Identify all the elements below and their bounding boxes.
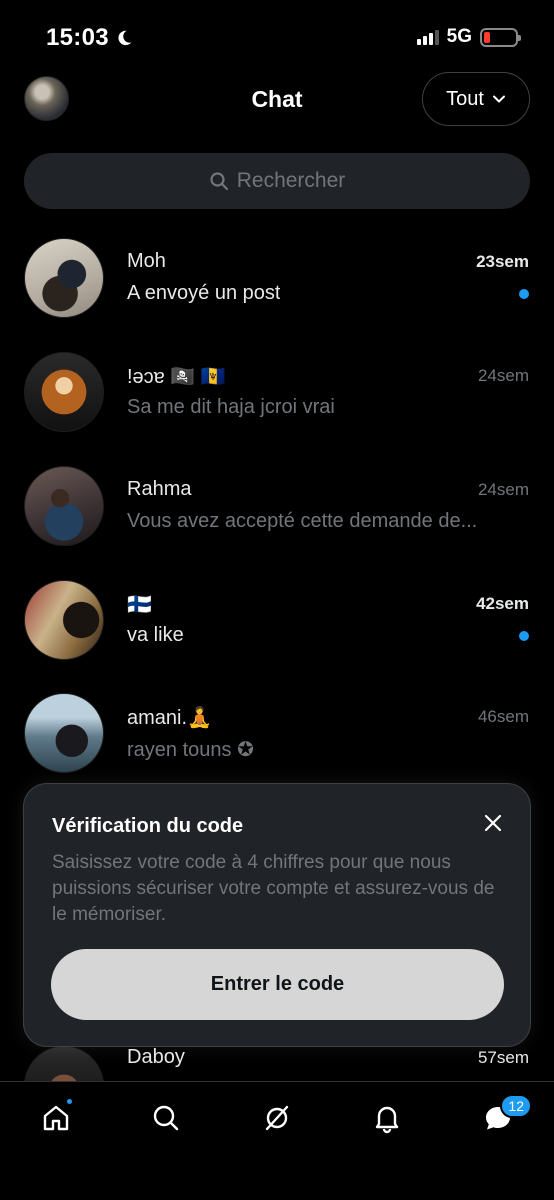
nav-messages[interactable]: 12 (478, 1094, 532, 1138)
conversation-item[interactable]: !ǝɔɐ 🏴‍☠️ 🇧🇧 Sa me dit haja jcroi vrai 2… (0, 352, 554, 466)
conversation-time: 23sem (476, 252, 529, 271)
bottom-nav: 12 (0, 1081, 554, 1200)
search-input[interactable]: Rechercher (24, 153, 530, 209)
status-bar: 15:03 5G (0, 0, 554, 72)
conversation-name: amani.🧘 (127, 707, 212, 729)
header: Chat Tout (0, 72, 554, 128)
clock-text: 15:03 (46, 24, 109, 51)
unread-dot (519, 631, 529, 641)
dialog-title: Vérification du code (52, 815, 244, 837)
avatar (24, 466, 104, 546)
avatar (24, 693, 104, 773)
nav-home[interactable] (36, 1097, 76, 1138)
conversation-time: 24sem (477, 480, 529, 499)
conversation-time: 57sem (477, 1048, 529, 1067)
close-icon[interactable] (482, 812, 504, 834)
avatar (24, 1046, 104, 1081)
search-placeholder: Rechercher (236, 169, 346, 192)
unread-dot (519, 289, 529, 299)
avatar (24, 352, 104, 432)
conversation-time: 46sem (477, 707, 529, 726)
conversation-name: !ǝɔɐ 🏴‍☠️ 🇧🇧 (127, 366, 226, 388)
filter-dropdown-button[interactable]: Tout (422, 72, 530, 126)
messages-badge: 12 (500, 1094, 532, 1118)
conversation-name: 🇫🇮 (127, 594, 152, 616)
search-icon (153, 1105, 179, 1131)
battery-icon (480, 27, 521, 47)
nav-grok[interactable] (257, 1098, 297, 1138)
status-time: 15:03 (46, 24, 133, 52)
conversation-preview: rayen touns ✪ (127, 739, 254, 761)
conversation-preview: A envoyé un post (127, 282, 281, 304)
bell-icon (375, 1106, 399, 1134)
status-indicators: 5G (416, 26, 521, 48)
avatar (24, 580, 104, 660)
conversation-item[interactable]: 🇫🇮 va like 42sem (0, 580, 554, 694)
signal-icon (416, 29, 439, 45)
avatar (24, 238, 104, 318)
grok-icon (265, 1105, 289, 1131)
conversation-item[interactable]: Daboy 57sem (0, 1046, 554, 1081)
filter-label: Tout (446, 87, 484, 110)
conversation-item[interactable]: Rahma Vous avez accepté cette demande de… (0, 466, 554, 580)
conversation-preview: Sa me dit haja jcroi vrai (127, 396, 335, 418)
network-label: 5G (446, 26, 472, 47)
conversation-name: Moh (127, 250, 166, 272)
search-icon (210, 172, 228, 191)
dialog-body: Saisissez votre code à 4 chiffres pour q… (52, 852, 495, 925)
moon-icon (118, 30, 132, 46)
conversation-name: Daboy (127, 1046, 185, 1068)
notification-dot (65, 1097, 74, 1106)
nav-search[interactable] (146, 1098, 186, 1138)
conversation-name: Rahma (127, 478, 192, 500)
enter-code-button[interactable]: Entrer le code (51, 949, 504, 1020)
conversation-item[interactable]: Moh A envoyé un post 23sem (0, 238, 554, 352)
conversation-time: 42sem (476, 594, 529, 613)
code-verification-dialog: Vérification du code Saisissez votre cod… (23, 783, 531, 1047)
chevron-down-icon (492, 95, 505, 103)
conversation-preview: Vous avez accepté cette demande de... (127, 510, 478, 532)
conversation-time: 24sem (477, 366, 529, 385)
nav-notifications[interactable] (367, 1098, 407, 1138)
conversation-preview: va like (127, 624, 184, 646)
home-icon (43, 1105, 69, 1131)
